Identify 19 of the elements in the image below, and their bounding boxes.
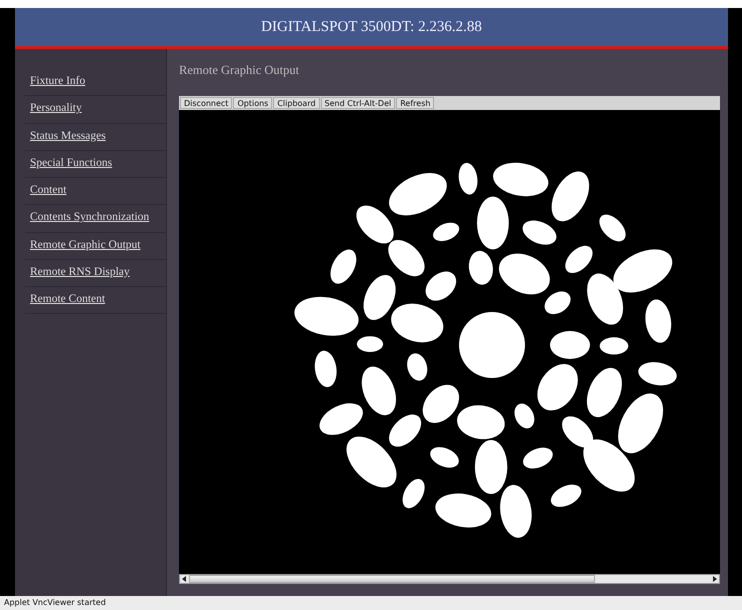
sidebar-link[interactable]: Contents Synchronization [25,205,166,232]
sidebar-link[interactable]: Fixture Info [25,69,166,96]
sidebar-link[interactable]: Status Messages [25,124,166,151]
toolbar-button[interactable]: Disconnect [180,96,232,109]
toolbar-button[interactable]: Refresh [396,96,434,109]
page-title: Remote Graphic Output [179,62,300,79]
sidebar-link[interactable]: Remote Graphic Output [25,232,166,260]
toolbar-button[interactable]: Options [233,96,272,109]
header-title: DIGITALSPOT 3500DT: 2.236.2.88 [261,18,482,37]
sidebar-link[interactable]: Remote Content [25,287,166,314]
toolbar-button[interactable]: Clipboard [273,96,320,109]
sidebar-link[interactable]: Remote RNS Display [25,260,166,287]
sidebar-link[interactable]: Special Functions [25,150,166,178]
sidebar-link[interactable]: Personality [25,96,166,124]
toolbar-button[interactable]: Send Ctrl-Alt-Del [320,96,396,109]
horizontal-scrollbar[interactable] [179,574,720,584]
status-bar: Applet VncViewer started [0,596,742,610]
sidebar-link[interactable]: Content [25,178,166,206]
scrollbar-thumb[interactable] [189,575,596,583]
